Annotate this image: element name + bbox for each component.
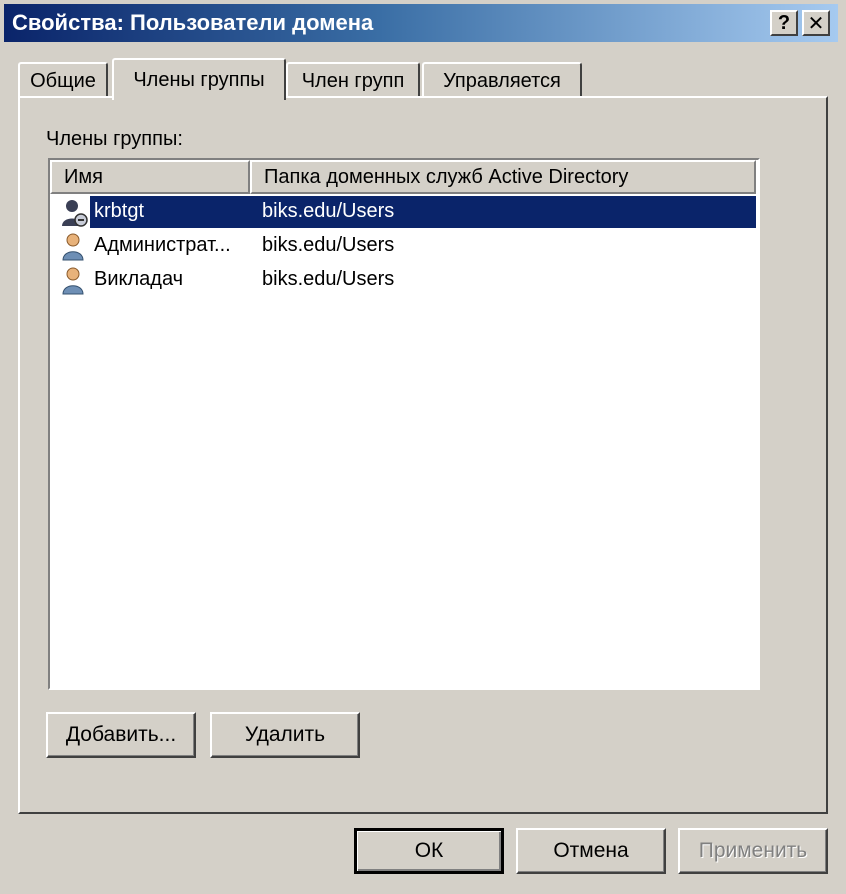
ok-button[interactable]: ОК [354, 828, 504, 874]
selection-highlight [90, 196, 756, 228]
member-folder: biks.edu/Users [262, 200, 395, 222]
tab-members[interactable]: Члены группы [112, 58, 286, 100]
tab-general[interactable]: Общие [18, 62, 108, 98]
remove-member-button[interactable]: Удалить [210, 712, 360, 758]
title-bar[interactable]: Свойства: Пользователи домена ? ✕ [4, 4, 838, 42]
help-button[interactable]: ? [770, 10, 798, 36]
table-row[interactable]: Администрат... biks.edu/Users [50, 230, 758, 264]
tab-label: Общие [30, 69, 96, 92]
list-header: Имя Папка доменных служб Active Director… [50, 160, 758, 194]
close-icon: ✕ [807, 12, 825, 35]
member-name: Администрат... [94, 234, 231, 256]
tab-member-of[interactable]: Член групп [286, 62, 420, 98]
cancel-button[interactable]: Отмена [516, 828, 666, 874]
column-header-name[interactable]: Имя [50, 160, 250, 194]
members-label: Члены группы: [46, 128, 183, 150]
user-icon [62, 233, 84, 261]
list-rows: krbtgt biks.edu/Users Администрат... bik… [50, 196, 758, 298]
members-list[interactable]: Имя Папка доменных служб Active Director… [48, 158, 760, 690]
tab-label: Управляется [443, 69, 561, 92]
window-title: Свойства: Пользователи домена [12, 10, 374, 35]
table-row[interactable]: Викладач biks.edu/Users [50, 264, 758, 298]
tab-label: Члены группы [133, 68, 265, 91]
member-name: Викладач [94, 268, 184, 290]
tab-label: Член групп [301, 69, 405, 92]
apply-button[interactable]: Применить [678, 828, 828, 874]
member-folder: biks.edu/Users [262, 268, 395, 290]
close-button[interactable]: ✕ [802, 10, 830, 36]
member-folder: biks.edu/Users [262, 234, 395, 256]
table-row[interactable]: krbtgt biks.edu/Users [50, 196, 758, 230]
disabled-user-icon [62, 200, 88, 227]
properties-dialog: Свойства: Пользователи домена ? ✕ Общие … [0, 0, 846, 894]
members-tab-panel: Члены группы: Имя Папка доменных служб A… [18, 96, 828, 814]
user-icon [62, 267, 84, 295]
add-member-button[interactable]: Добавить... [46, 712, 196, 758]
column-header-folder[interactable]: Папка доменных служб Active Directory [250, 160, 756, 194]
help-icon: ? [777, 11, 791, 34]
column-label: Папка доменных служб Active Directory [264, 165, 629, 188]
column-label: Имя [64, 165, 103, 188]
member-name: krbtgt [94, 200, 145, 222]
tab-managed-by[interactable]: Управляется [422, 62, 582, 98]
